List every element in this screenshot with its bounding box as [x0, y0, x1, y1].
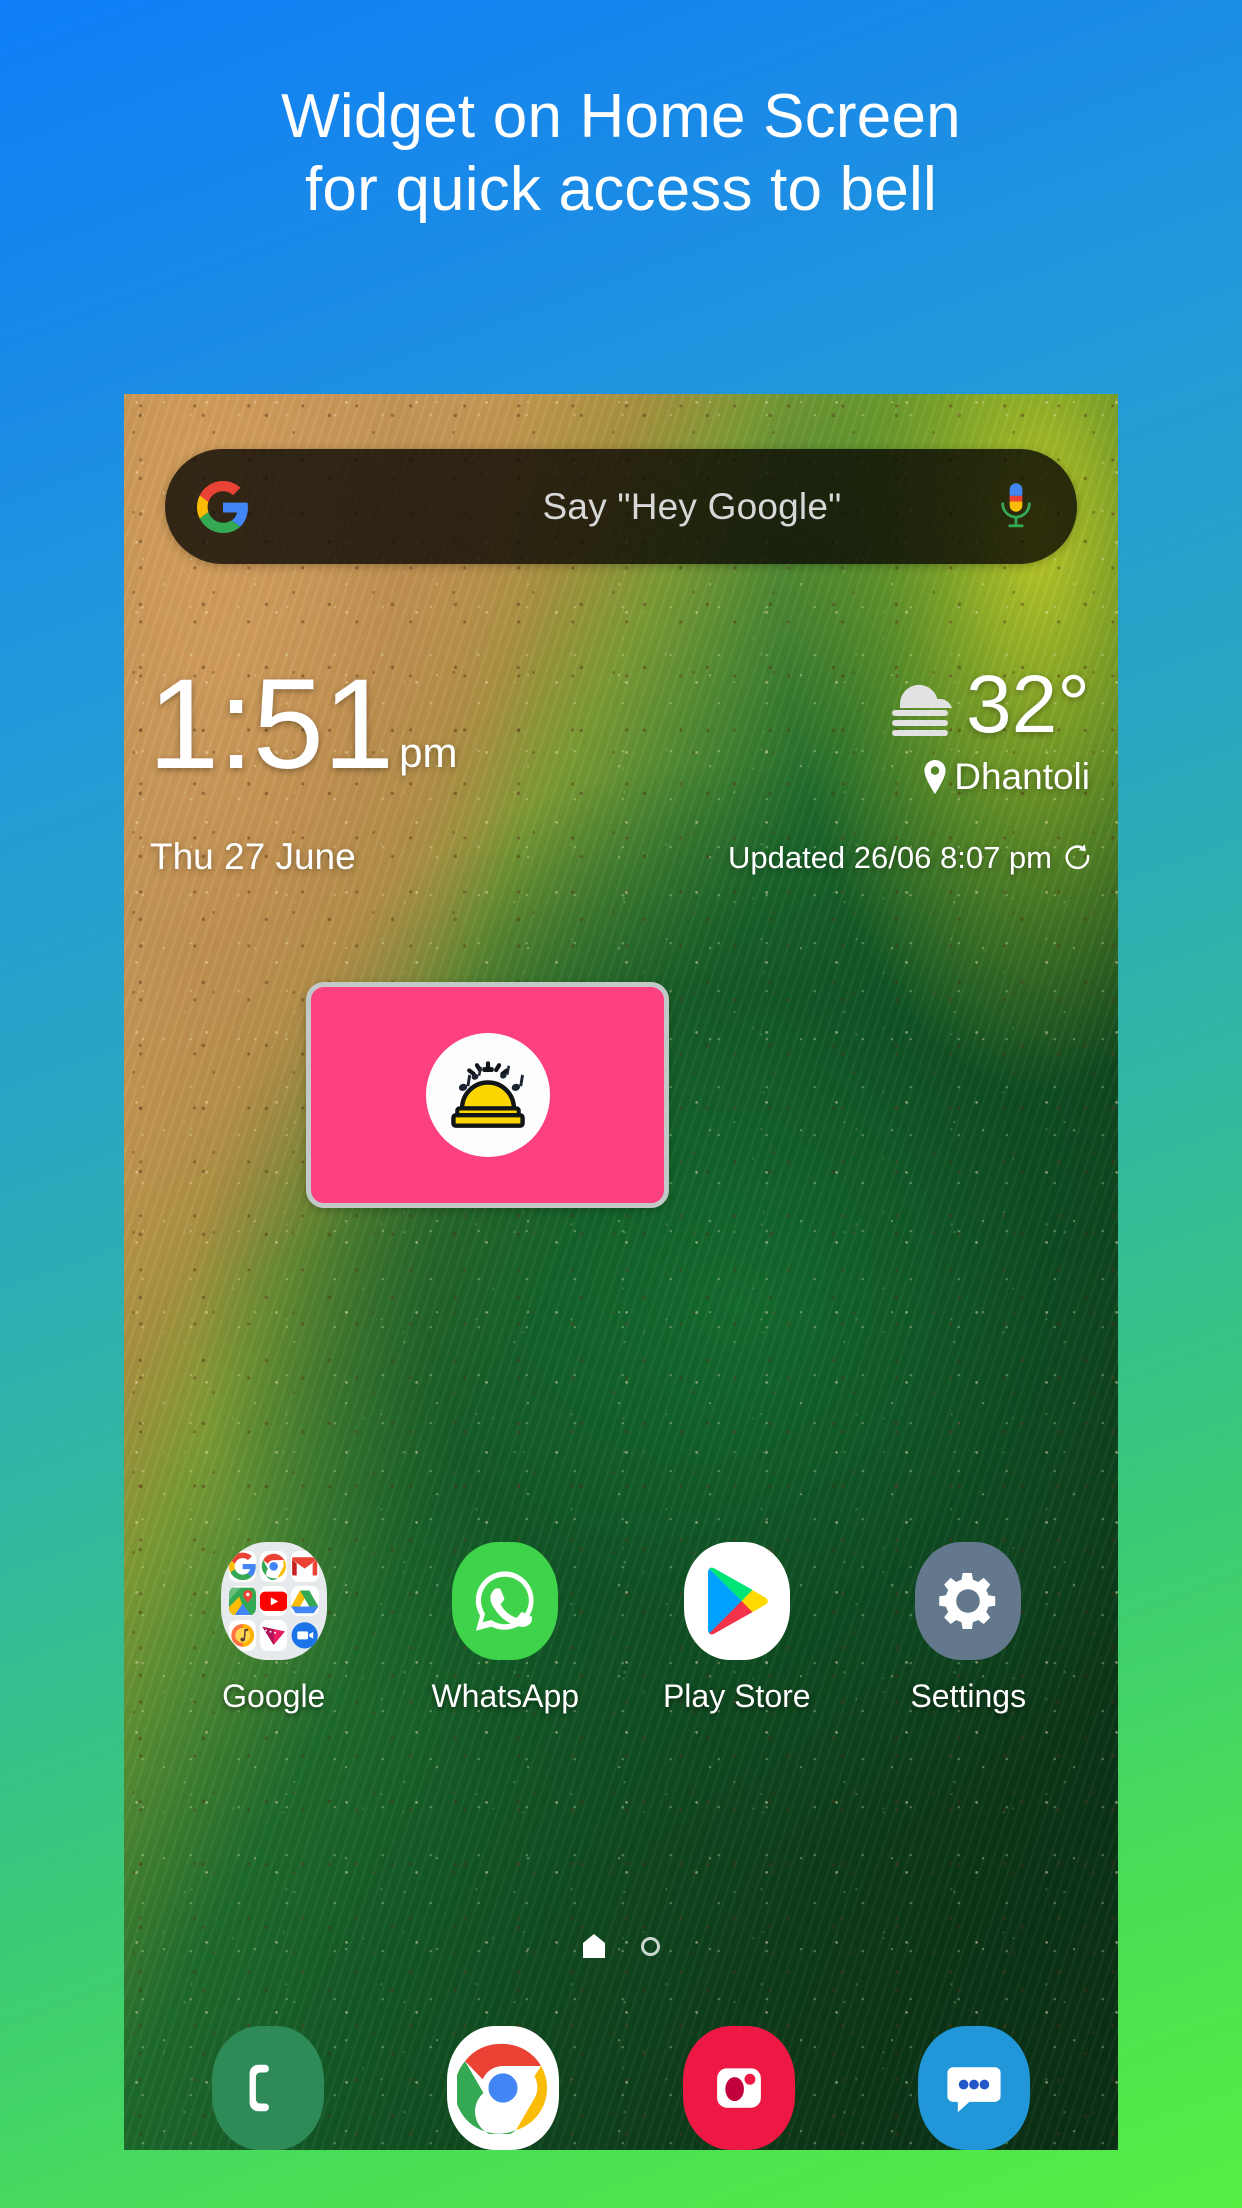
google-folder-icon[interactable] — [220, 1542, 327, 1660]
google-g-icon — [197, 480, 248, 533]
camera-icon[interactable] — [682, 2026, 795, 2150]
app-label: WhatsApp — [431, 1678, 580, 1714]
play-store-icon[interactable] — [683, 1542, 790, 1660]
clock-time: 1:51 — [148, 653, 394, 796]
bell-widget-circle — [425, 1033, 550, 1157]
phone-screenshot: Say "Hey Google" 1:51 pm Thu 27 June 32° — [124, 394, 1118, 2150]
play-movies-icon — [260, 1620, 288, 1651]
app-settings[interactable]: Settings — [883, 1542, 1053, 1715]
clock-weather-widget[interactable]: 1:51 pm Thu 27 June 32° Dhantoli Updated… — [124, 653, 1118, 964]
bell-home-widget[interactable] — [306, 982, 669, 1208]
maps-icon — [228, 1585, 257, 1617]
play-music-icon — [228, 1620, 257, 1651]
drive-icon — [291, 1585, 319, 1617]
app-play-store[interactable]: Play Store — [652, 1542, 822, 1715]
chrome-icon — [260, 1551, 288, 1582]
weather-location: Dhantoli — [954, 756, 1090, 797]
page-dot[interactable] — [640, 1936, 660, 1956]
map-pin-icon — [924, 760, 946, 794]
clock-widget[interactable]: 1:51 pm — [148, 653, 458, 796]
whatsapp-icon[interactable] — [452, 1542, 559, 1660]
promo-headline: Widget on Home Screen for quick access t… — [281, 82, 961, 225]
phone-icon[interactable] — [211, 2026, 324, 2150]
app-whatsapp[interactable]: WhatsApp — [420, 1542, 590, 1715]
google-search-bar[interactable]: Say "Hey Google" — [165, 449, 1077, 564]
weather-temperature: 32° — [965, 659, 1090, 750]
refresh-icon[interactable] — [1062, 842, 1094, 874]
haze-cloud-icon — [891, 684, 952, 736]
microphone-icon[interactable] — [997, 481, 1035, 533]
messages-icon[interactable] — [918, 2026, 1031, 2150]
youtube-icon — [260, 1585, 288, 1617]
app-google-folder[interactable]: Google — [189, 1542, 359, 1715]
settings-gear-icon[interactable] — [915, 1542, 1022, 1660]
gmail-icon — [291, 1551, 319, 1582]
weather-updated-row[interactable]: Updated 26/06 8:07 pm — [728, 840, 1094, 876]
chrome-icon[interactable] — [447, 2026, 560, 2150]
app-label: Google — [222, 1678, 326, 1714]
bottom-dock — [124, 2026, 1118, 2150]
page-indicator[interactable] — [124, 1934, 1118, 1958]
clock-date: Thu 27 June — [150, 836, 356, 877]
app-label: Play Store — [662, 1678, 811, 1714]
google-icon — [228, 1551, 257, 1582]
duo-icon — [291, 1620, 319, 1651]
app-label: Settings — [910, 1678, 1027, 1714]
search-input-placeholder[interactable]: Say "Hey Google" — [409, 486, 975, 528]
service-bell-icon — [450, 1061, 525, 1128]
home-page-icon[interactable] — [582, 1934, 605, 1958]
clock-ampm: pm — [399, 728, 458, 776]
weather-widget[interactable]: 32° Dhantoli — [880, 664, 1090, 798]
home-app-row: Google WhatsApp Play Store Settings — [124, 1542, 1118, 1715]
weather-updated-text: Updated 26/06 8:07 pm — [727, 840, 1052, 875]
